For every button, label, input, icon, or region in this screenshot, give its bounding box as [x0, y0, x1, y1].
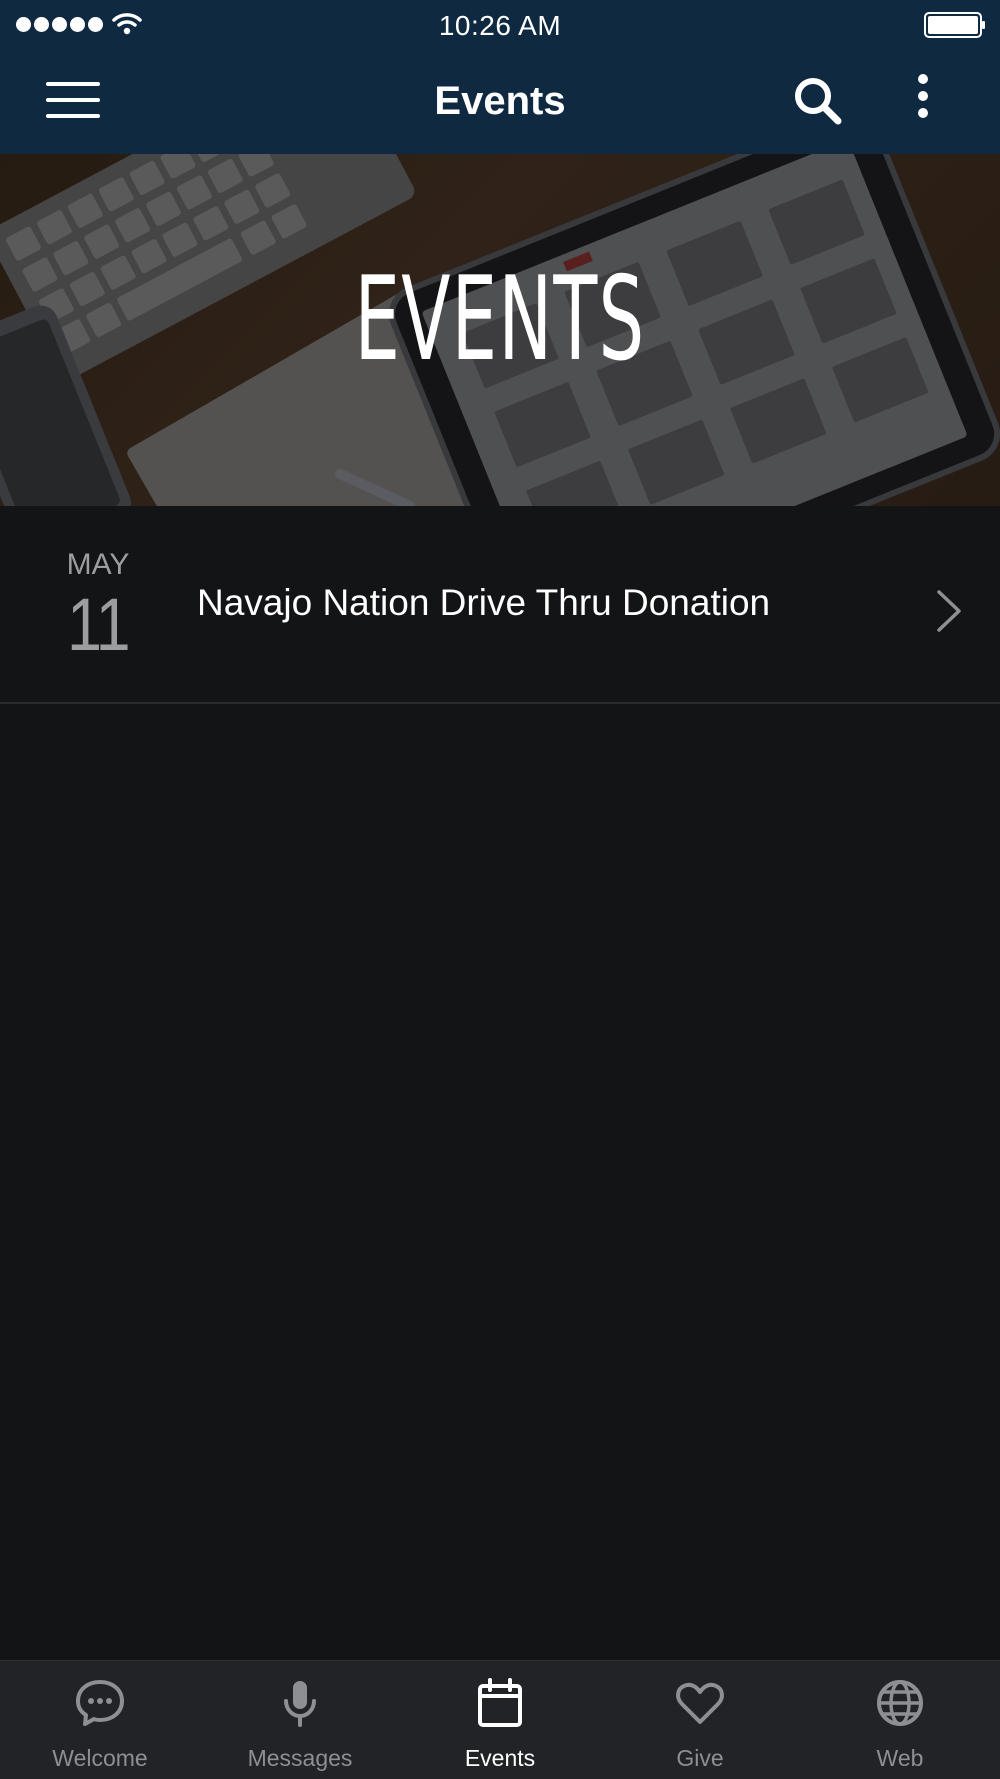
- menu-icon: [46, 82, 100, 86]
- chat-bubble-icon: [76, 1680, 124, 1726]
- page-title: Events: [434, 79, 566, 123]
- battery-icon: [924, 12, 985, 38]
- event-day: 11: [67, 583, 131, 666]
- tab-messages[interactable]: Messages: [200, 1661, 400, 1779]
- tab-label: Welcome: [52, 1745, 148, 1771]
- menu-button[interactable]: [46, 82, 104, 122]
- more-options-button[interactable]: [908, 74, 938, 128]
- tab-events[interactable]: Events: [400, 1661, 600, 1779]
- hero-title: EVENTS: [354, 252, 646, 387]
- status-time: 10:26 AM: [438, 10, 562, 41]
- microphone-icon: [284, 1681, 316, 1727]
- more-vertical-icon: [918, 74, 928, 84]
- tab-label: Messages: [247, 1745, 353, 1771]
- tab-label: Events: [464, 1745, 536, 1771]
- tab-give[interactable]: Give: [600, 1661, 800, 1779]
- tab-web[interactable]: Web: [800, 1661, 1000, 1779]
- tab-label: Give: [676, 1745, 724, 1771]
- heart-icon: [676, 1682, 724, 1724]
- nav-bar: Events: [0, 50, 1000, 154]
- tab-label: Web: [876, 1745, 924, 1771]
- tab-bar: Welcome Messages Events Give Web: [0, 1660, 1000, 1779]
- status-bar: 10:26 AM: [0, 0, 1000, 50]
- tab-welcome[interactable]: Welcome: [0, 1661, 200, 1779]
- event-title: Navajo Nation Drive Thru Donation: [197, 582, 771, 623]
- calendar-icon: [478, 1678, 522, 1727]
- globe-icon: [877, 1680, 923, 1726]
- search-icon[interactable]: [792, 75, 844, 127]
- event-list-item[interactable]: MAY 11 Navajo Nation Drive Thru Donation: [0, 506, 1000, 704]
- event-month: MAY: [66, 548, 130, 581]
- chevron-right-icon: [937, 590, 961, 632]
- hero-banner: EVENTS: [0, 154, 1000, 506]
